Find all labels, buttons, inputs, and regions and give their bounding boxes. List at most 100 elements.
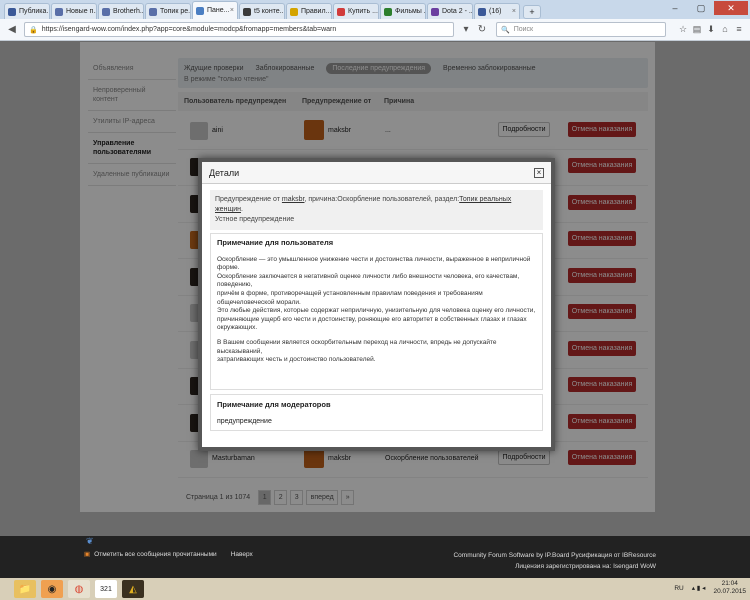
browser-tab[interactable]: Купить ...× [333,3,379,19]
tab-favicon-icon [149,7,157,16]
home-icon[interactable]: ⌂ [718,24,732,35]
search-icon: 🔍 [501,26,510,34]
details-modal: Детали × Предупреждение от maksbr, причи… [198,158,555,451]
bookmarks-icon[interactable]: ▤ [690,24,704,35]
firefox-icon[interactable]: ◉ [41,580,63,598]
close-icon[interactable]: × [534,167,544,178]
tab-label: Топик ре... [160,8,191,15]
lock-icon: 🔒 [29,26,38,34]
clock[interactable]: 21:04 20.07.2015 [713,580,746,596]
user-note-line: Это любые действия, которые содержат неп… [217,307,536,315]
tab-favicon-icon [290,7,298,16]
chrome-icon[interactable]: ◍ [68,580,90,598]
clock-date: 20.07.2015 [713,588,746,595]
modal-title: Детали [209,167,240,178]
tab-label: Купить ... [348,8,378,15]
back-to-top-link[interactable]: Наверх [231,551,253,558]
tab-label: (16) [489,8,502,15]
browser-tab[interactable]: (16) × [474,3,520,19]
tab-favicon-icon [196,6,204,15]
tab-label: Brotherh... [113,8,144,15]
tab-label: Публика... [19,8,50,15]
mark-all-read-link[interactable]: Отметить все сообщения прочитанными [94,551,217,558]
modal-header: Детали × [202,162,551,184]
info-prefix: Предупреждение от [215,196,280,203]
modal-body: Предупреждение от maksbr, причина:Оскорб… [202,184,551,437]
user-note-line: Оскорбление заключается в негативной оце… [217,272,520,289]
tab-favicon-icon [384,7,392,16]
tab-label: Фильмы ... [395,8,426,15]
taskbar: 📁 ◉ ◍ 321 ◭ RU ▴ ▮ ◂ 21:04 20.07.2015 [0,578,750,600]
search-placeholder: Поиск [513,26,534,33]
user-note-line: причиняющие ущерб его чести и достоинств… [217,315,527,332]
tab-favicon-icon [431,7,439,16]
tab-label: Dota 2 - ... [442,8,473,15]
user-note-heading: Примечание для пользователя [217,238,334,247]
user-note-line: причём в форме, противоречащей установле… [217,289,483,306]
browser-tab[interactable]: Публика...× [4,3,50,19]
system-tray: RU ▴ ▮ ◂ 21:04 20.07.2015 [674,580,746,596]
tab-favicon-icon [243,7,251,16]
info-reason: , причина:Оскорбление пользователей, раз… [304,196,460,203]
close-tab-icon[interactable]: × [378,8,379,15]
user-note-line: Оскорбление — это умышленное унижение че… [217,255,531,272]
navigation-bar: ◀ 🔒 https://isengard-wow.com/index.php?a… [0,19,750,41]
dropdown-icon[interactable]: ▾ [458,22,474,38]
tab-label: Пане... [207,7,230,14]
minimize-icon[interactable]: – [662,1,688,15]
browser-tab[interactable]: Brotherh...× [98,3,144,19]
reload-icon[interactable]: ↻ [474,22,490,38]
tab-label: Правил... [301,8,332,15]
tab-label: t5 конте... [254,8,285,15]
tab-favicon-icon [478,7,486,16]
tab-favicon-icon [337,7,345,16]
browser-tab[interactable]: Правил...× [286,3,332,19]
language-indicator[interactable]: RU [674,585,683,592]
moderator-note-text: предупреждение [217,418,272,425]
address-bar[interactable]: 🔒 https://isengard-wow.com/index.php?app… [24,22,454,37]
clock-time: 21:04 [721,580,738,587]
calendar-app-icon[interactable]: 321 [95,580,117,598]
browser-tab[interactable]: Пане... × [192,1,238,19]
browser-tab[interactable]: Новые п...× [51,3,97,19]
close-tab-icon[interactable]: × [230,7,234,14]
footer-license: Лицензия зарегистрирована на: Isengard W… [515,563,656,570]
menu-icon[interactable]: ≡ [732,24,746,35]
moderator-note-heading: Примечание для модераторов [217,400,331,409]
browser-tab[interactable]: t5 конте...× [239,3,285,19]
warned-by-link[interactable]: maksbr [282,196,305,203]
warning-info: Предупреждение от maksbr, причина:Оскорб… [210,190,543,230]
page-footer: ❦ ▣ Отметить все сообщения прочитанными … [0,536,750,578]
rss-icon[interactable]: ▣ [84,550,90,558]
user-note: Примечание для пользователя Оскорбление … [210,233,543,390]
browser-tab[interactable]: Топик ре...× [145,3,191,19]
new-tab-icon[interactable]: + [523,5,541,19]
back-icon[interactable]: ◀ [4,22,20,38]
tab-favicon-icon [55,7,63,16]
search-input[interactable]: 🔍 Поиск [496,22,666,37]
download-icon[interactable]: ⬇ [704,24,718,35]
user-note-line: В Вашем сообщении является оскорбительны… [217,338,497,355]
url-text: https://isengard-wow.com/index.php?app=c… [41,26,337,33]
footer-credit[interactable]: Community Forum Software by IP.Board Рус… [453,550,656,561]
close-window-icon[interactable]: ✕ [714,1,748,15]
star-icon[interactable]: ☆ [676,24,690,35]
window-controls: – ▢ ✕ [662,1,748,15]
close-tab-icon[interactable]: × [331,8,332,15]
browser-tab[interactable]: Фильмы ... × [380,3,426,19]
tab-favicon-icon [102,7,110,16]
explorer-icon[interactable]: 📁 [14,580,36,598]
tab-favicon-icon [8,7,16,16]
info-suffix: . [240,206,243,213]
ipb-logo-icon: ❦ [86,536,94,546]
user-note-line: затрагивающих честь и достоинство пользо… [217,356,376,364]
tab-label: Новые п... [66,8,97,15]
tray-icons[interactable]: ▴ ▮ ◂ [692,584,706,592]
close-tab-icon[interactable]: × [512,8,516,15]
browser-tab-strip: Публика...×Новые п...×Brotherh...×Топик … [0,0,750,19]
warning-type: Устное предупреждение [215,216,295,223]
browser-tab[interactable]: Dota 2 - ...× [427,3,473,19]
maximize-icon[interactable]: ▢ [688,1,714,15]
moderator-note: Примечание для модераторов предупреждени… [210,394,543,431]
game-launcher-icon[interactable]: ◭ [122,580,144,598]
